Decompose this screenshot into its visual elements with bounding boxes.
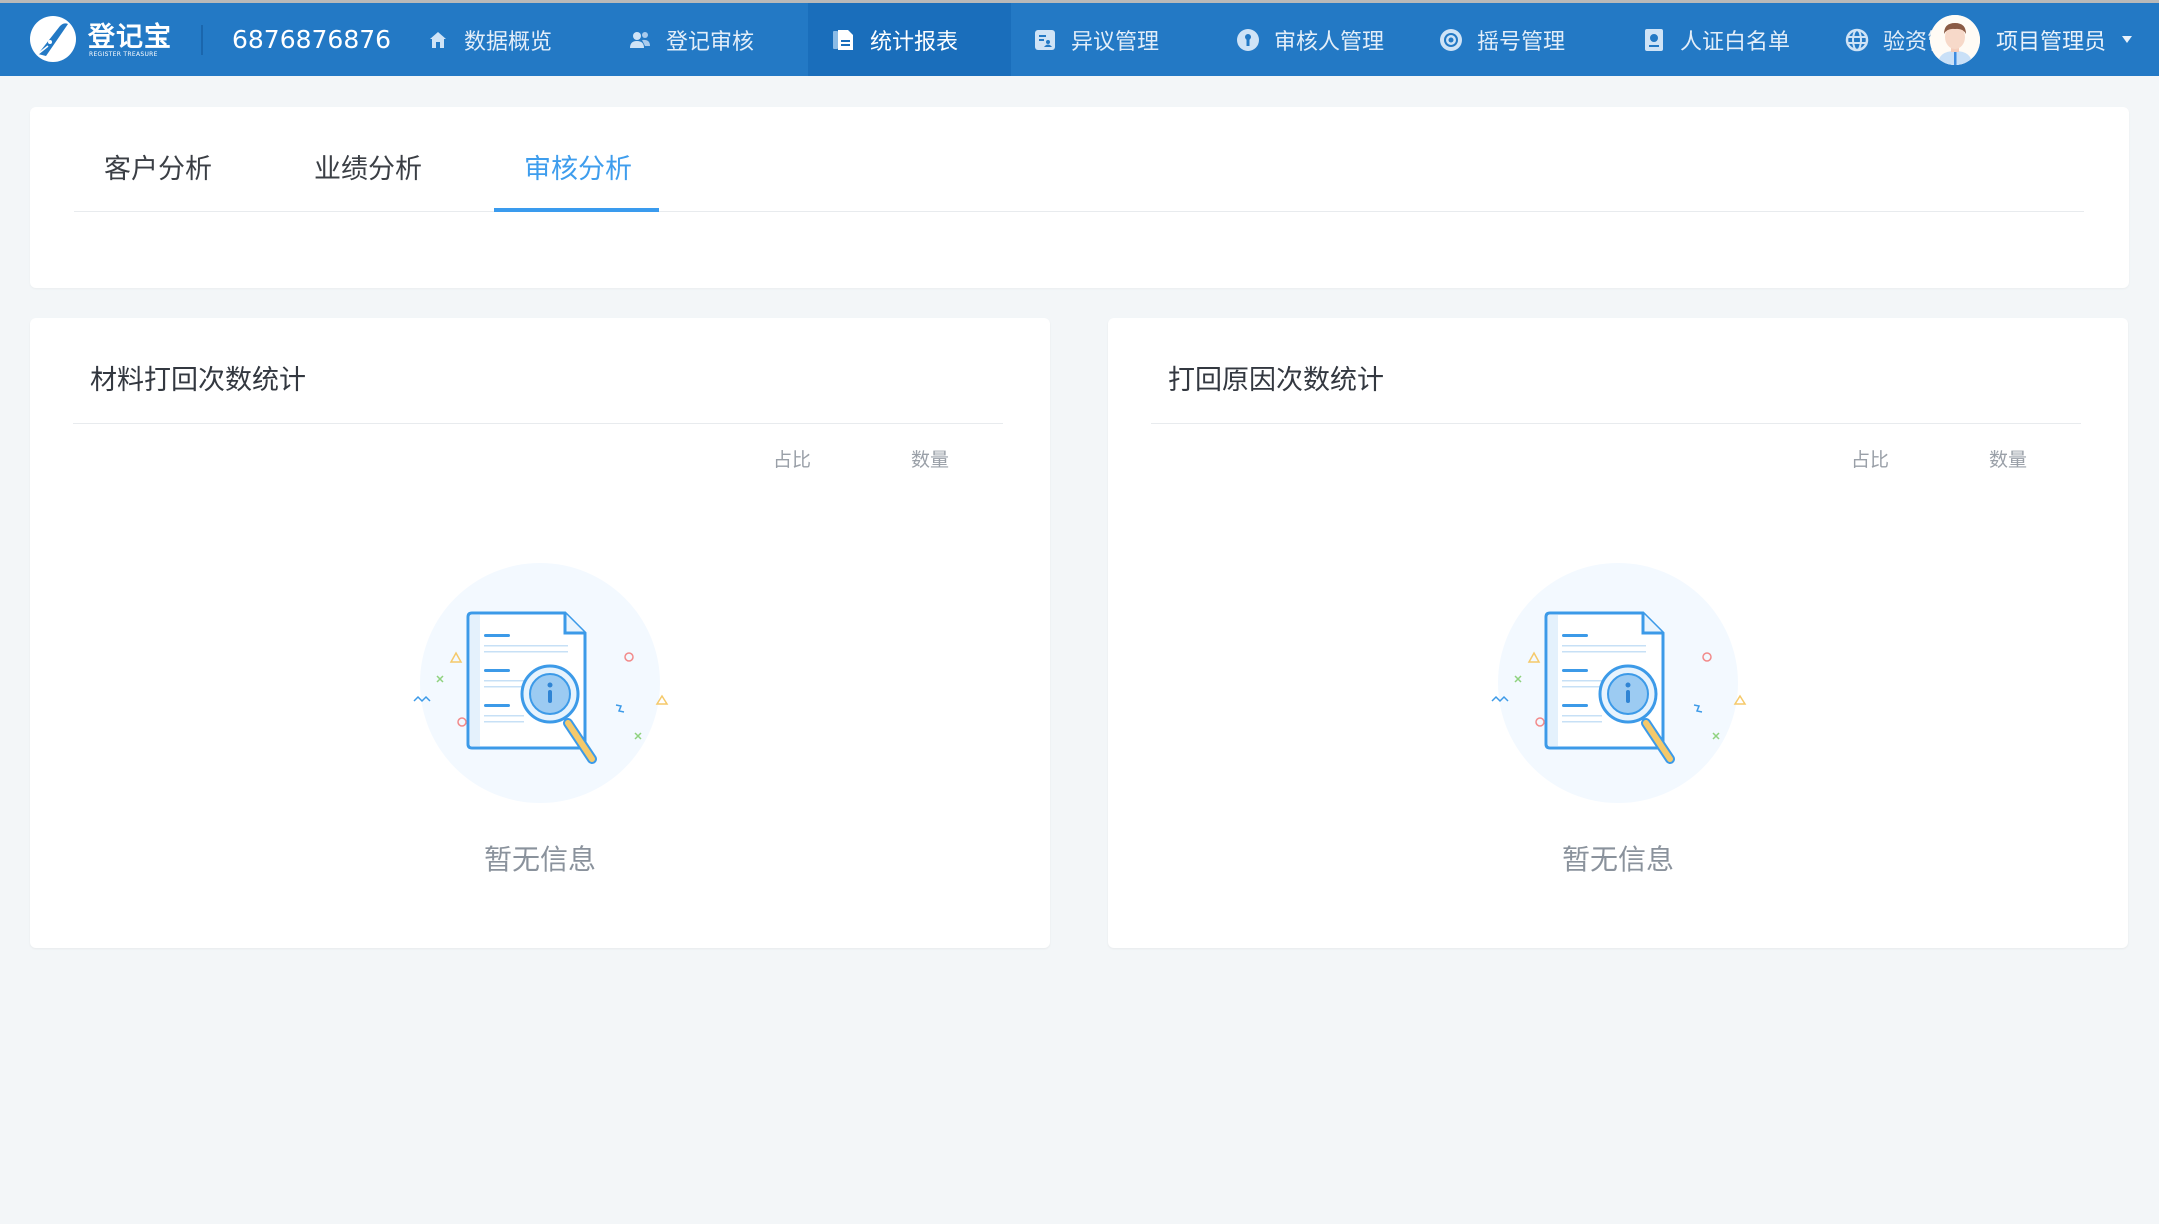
nav-item-label: 统计报表 <box>870 29 959 55</box>
user-menu[interactable]: 项目管理员 <box>1930 3 2133 76</box>
top-navbar: 登记宝 REGISTER TREASURE 6876876876 数据概览 登记… <box>0 3 2159 76</box>
badge-icon <box>1642 28 1666 52</box>
nav-divider <box>201 25 203 55</box>
empty-state <box>1108 563 2128 803</box>
nav-item-label: 登记审核 <box>666 29 755 55</box>
column-header-ratio: 占比 <box>773 449 812 471</box>
target-icon <box>1439 28 1463 52</box>
chevron-down-icon[interactable] <box>2122 36 2133 43</box>
user-name: 项目管理员 <box>1996 29 2107 55</box>
empty-state-text: 暂无信息 <box>483 843 596 876</box>
tabs-divider <box>74 211 2084 212</box>
nav-item-label: 摇号管理 <box>1477 29 1566 55</box>
users-icon <box>628 28 652 52</box>
column-header-count: 数量 <box>1989 449 2028 471</box>
nav-item-label: 审核人管理 <box>1274 29 1385 55</box>
card-title: 材料打回次数统计 <box>90 365 306 396</box>
brand-logo-icon[interactable] <box>30 16 76 62</box>
empty-document-search-icon <box>1491 611 1747 764</box>
nav-item-statistics-report[interactable]: 统计报表 <box>808 3 1011 76</box>
return-count-card: 材料打回次数统计 占比 数量 暂无信息 <box>30 318 1050 948</box>
globe-icon <box>1845 28 1869 52</box>
nav-item-lottery-management[interactable]: 摇号管理 <box>1439 3 1565 76</box>
card-divider <box>73 423 1003 424</box>
brand-name: 登记宝 <box>88 22 172 53</box>
return-reason-card: 打回原因次数统计 占比 数量 暂无信息 <box>1108 318 2128 948</box>
nav-item-objection-management[interactable]: 异议管理 <box>1033 3 1159 76</box>
card-title: 打回原因次数统计 <box>1168 365 1384 396</box>
nav-item-label: 数据概览 <box>464 29 553 55</box>
nav-item-data-overview[interactable]: 数据概览 <box>426 3 552 76</box>
column-header-count: 数量 <box>911 449 950 471</box>
keyhole-icon <box>1236 28 1260 52</box>
nav-item-label: 异议管理 <box>1071 29 1160 55</box>
analysis-tabs-card: 客户分析 业绩分析 审核分析 <box>30 107 2129 288</box>
account-number: 6876876876 <box>232 25 392 54</box>
column-header-ratio: 占比 <box>1851 449 1890 471</box>
tab-customer-analysis[interactable]: 客户分析 <box>104 147 212 186</box>
home-icon <box>426 28 450 52</box>
id-card-icon <box>1033 28 1057 52</box>
user-avatar[interactable] <box>1930 14 1980 65</box>
brand-subtitle: REGISTER TREASURE <box>89 51 158 58</box>
empty-state-text: 暂无信息 <box>1561 843 1674 876</box>
nav-item-id-whitelist[interactable]: 人证白名单 <box>1642 3 1790 76</box>
nav-item-reviewer-management[interactable]: 审核人管理 <box>1236 3 1384 76</box>
active-tab-indicator <box>494 208 659 212</box>
empty-document-search-icon <box>413 611 669 764</box>
nav-item-label: 人证白名单 <box>1680 29 1791 55</box>
document-icon <box>832 28 856 52</box>
tab-review-analysis[interactable]: 审核分析 <box>524 147 632 186</box>
tab-performance-analysis[interactable]: 业绩分析 <box>314 147 422 186</box>
card-divider <box>1151 423 2081 424</box>
nav-item-registration-review[interactable]: 登记审核 <box>628 3 754 76</box>
empty-state <box>30 563 1050 803</box>
